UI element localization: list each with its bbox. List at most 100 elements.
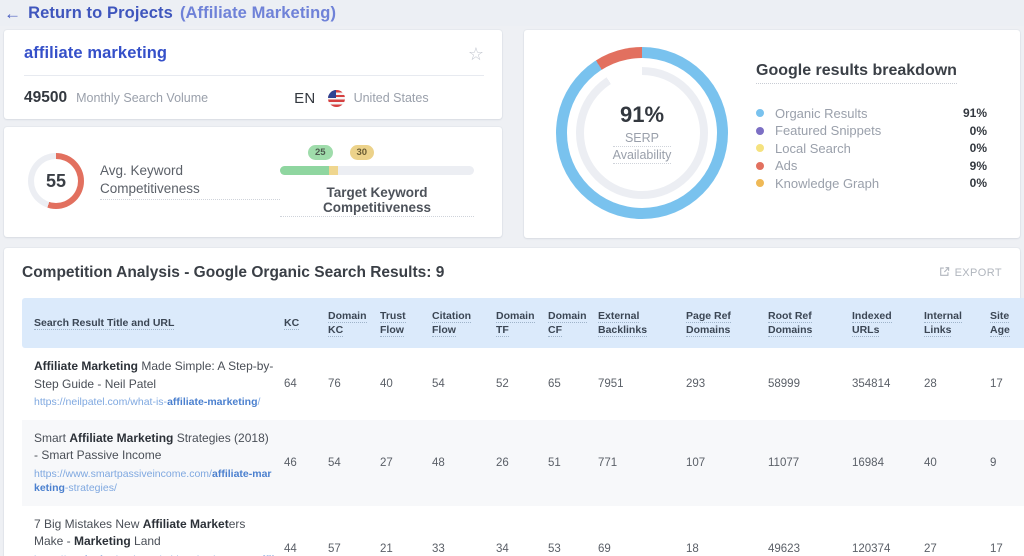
language-code: EN <box>294 89 316 107</box>
legend-item: Local Search 0% <box>756 139 1002 157</box>
export-button[interactable]: EXPORT <box>939 266 1002 280</box>
cell-search-result: Smart Affiliate Marketing Strategies (20… <box>22 420 280 506</box>
donut-chart-wrapper: 91% SERP Availability <box>542 47 742 219</box>
back-arrow-icon: ← <box>4 3 22 23</box>
competition-analysis-table: Search Result Title and URL KC Domain KC Tru… <box>22 298 1024 556</box>
return-to-projects-link[interactable]: ← Return to Projects (Affiliate Marketin… <box>4 4 336 23</box>
column-header[interactable]: KC <box>280 298 324 349</box>
page-body: affiliate marketing ☆ 49500 Monthly Sear… <box>0 26 1024 556</box>
cell-site-age: 9 <box>990 456 997 469</box>
monthly-search-volume-value: 49500 <box>24 89 68 106</box>
keyword-summary-card: affiliate marketing ☆ 49500 Monthly Sear… <box>4 30 502 119</box>
column-header-text: External <box>598 310 640 323</box>
keyword-header: affiliate marketing ☆ <box>24 44 484 63</box>
legend-item-label: Local Search <box>775 140 851 156</box>
cell-root-ref-domains: 49623 <box>768 543 800 556</box>
table-body: Affiliate Marketing Made Simple: A Step-… <box>22 348 1024 556</box>
column-header-text: Domains <box>686 324 731 338</box>
column-header[interactable]: External Backlinks <box>594 298 682 349</box>
breakdown-legend: Google results breakdown Organic Results… <box>742 62 1002 204</box>
donut-sublabel-line2: Availability <box>612 147 672 165</box>
donut-percent-value: 91% <box>619 101 665 127</box>
column-header[interactable]: Trust Flow <box>376 298 428 349</box>
table-head: Search Result Title and URL KC Domain KC Tru… <box>22 298 1024 349</box>
target-competitiveness-bar <box>280 166 474 175</box>
cell-kc: 46 <box>284 456 297 469</box>
cell-external-backlinks: 771 <box>598 456 618 469</box>
column-header-text: Age <box>990 324 1010 338</box>
cell-domain-cf: 51 <box>548 456 561 469</box>
column-header-text: Flow <box>380 324 404 338</box>
column-header-text: KC <box>284 317 300 331</box>
column-header-text: Links <box>924 324 952 338</box>
legend-item-value: 91% <box>962 106 987 120</box>
legend-item-label: Knowledge Graph <box>775 175 880 191</box>
cell-page-ref-domains: 293 <box>686 378 706 391</box>
table-header-row: Competition Analysis - Google Organic Se… <box>22 264 1002 282</box>
badge-high: 30 <box>349 145 375 160</box>
badge-low: 25 <box>308 145 333 160</box>
column-header-text: KC <box>328 324 344 338</box>
column-header-text: Site <box>990 310 1010 323</box>
cell-trust-flow: 27 <box>380 456 393 469</box>
column-header-text: Flow <box>432 324 456 338</box>
cell-trust-flow: 40 <box>380 378 393 391</box>
top-bar: ← Return to Projects (Affiliate Marketin… <box>0 0 1024 26</box>
export-icon <box>939 266 950 280</box>
result-url[interactable]: https://www.smartpassiveincome.com/affil… <box>34 467 276 496</box>
bar-segment-green <box>280 166 329 175</box>
competitiveness-card: 55 Avg. Keyword Competitiveness 25 30 Ta… <box>4 127 502 237</box>
avg-competitiveness-value: 55 <box>45 170 67 191</box>
legend-item: Knowledge Graph 0% <box>756 174 1002 192</box>
legend-item: Featured Snippets 0% <box>756 122 1002 140</box>
column-header-text: Domain <box>328 310 367 323</box>
competition-analysis-card: Competition Analysis - Google Organic Se… <box>4 248 1024 556</box>
breakdown-title: Google results breakdown <box>756 62 957 85</box>
serp-availability-donut-chart: 91% SERP Availability <box>556 47 728 219</box>
legend-item: Ads 9% <box>756 157 1002 175</box>
page-title: affiliate marketing <box>24 44 168 62</box>
column-header[interactable]: Citation Flow <box>428 298 492 349</box>
cell-trust-flow: 21 <box>380 543 393 556</box>
back-link-project-name: (Affiliate Marketing) <box>179 3 337 22</box>
donut-sublabel-line1: SERP <box>612 130 672 147</box>
legend-item-label: Featured Snippets <box>775 123 882 138</box>
column-header[interactable]: Site Age <box>986 298 1024 349</box>
column-header[interactable]: Domain CF <box>544 298 594 349</box>
monthly-search-volume-label: Monthly Search Volume <box>76 91 209 105</box>
cell-external-backlinks: 7951 <box>598 378 624 391</box>
result-url[interactable]: https://neilpatel.com/what-is-affiliate-… <box>34 395 276 410</box>
table-row[interactable]: 7 Big Mistakes New Affiliate Marketers M… <box>22 505 1024 556</box>
cell-search-result: Affiliate Marketing Made Simple: A Step-… <box>22 348 280 419</box>
cell-domain-tf: 34 <box>496 543 509 556</box>
cell-indexed-urls: 354814 <box>852 378 891 391</box>
column-header-text: Domain <box>548 310 587 323</box>
column-header[interactable]: Root Ref Domains <box>764 298 848 349</box>
donut-center-label: 91% SERP Availability <box>556 47 728 219</box>
legend-item-value: 0% <box>969 141 987 155</box>
column-header-text: TF <box>496 324 509 338</box>
cell-kc: 64 <box>284 378 297 391</box>
summary-row: affiliate marketing ☆ 49500 Monthly Sear… <box>0 26 1024 238</box>
cell-domain-kc: 54 <box>328 456 341 469</box>
column-header-text: Internal <box>924 310 962 323</box>
column-header[interactable]: Search Result Title and URL <box>22 298 280 349</box>
export-label: EXPORT <box>954 267 1002 279</box>
column-header-text: Domains <box>768 324 813 338</box>
column-header-text: Domain <box>496 310 535 323</box>
column-header[interactable]: Internal Links <box>920 298 986 349</box>
legend-color-dot <box>756 126 764 135</box>
table-row[interactable]: Smart Affiliate Marketing Strategies (20… <box>22 419 1024 506</box>
column-header-text: CF <box>548 324 562 338</box>
right-column: 91% SERP Availability Google results bre… <box>514 26 1024 238</box>
column-header[interactable]: Domain KC <box>324 298 376 349</box>
us-flag-icon <box>327 89 345 107</box>
competition-analysis-title: Competition Analysis - Google Organic Se… <box>22 264 445 281</box>
table-row[interactable]: Affiliate Marketing Made Simple: A Step-… <box>22 348 1024 420</box>
column-header[interactable]: Indexed URLs <box>848 298 920 349</box>
legend-color-dot <box>756 161 764 170</box>
column-header[interactable]: Domain TF <box>492 298 544 349</box>
star-icon[interactable]: ☆ <box>468 45 484 63</box>
avg-keyword-competitiveness-block: 55 Avg. Keyword Competitiveness <box>22 153 280 209</box>
column-header[interactable]: Page Ref Domains <box>682 298 764 349</box>
